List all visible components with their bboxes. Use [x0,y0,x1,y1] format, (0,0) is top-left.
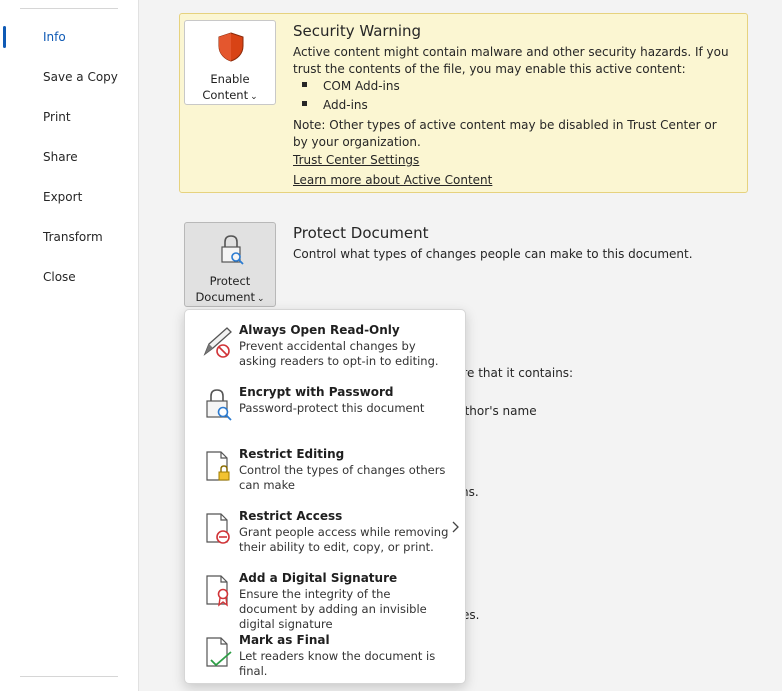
menu-item-add-digital-signature[interactable]: Add a Digital Signature Ensure the integ… [185,562,465,631]
protect-document-button[interactable]: Protect Document ⌄ [184,222,276,307]
menu-item-restrict-editing[interactable]: Restrict Editing Control the types of ch… [185,438,465,500]
chevron-down-icon: ⌄ [257,294,265,304]
protect-document-label: Protect Document ⌄ [195,274,265,304]
sidebar-item-transform[interactable]: Transform [0,222,138,252]
sidebar-item-share[interactable]: Share [0,142,138,172]
security-note: Note: Other types of active content may … [293,118,717,149]
doc-restrict-icon [206,513,230,544]
sidebar-divider-top [20,8,118,9]
sidebar-item-close[interactable]: Close [0,262,138,292]
menu-item-mark-as-final[interactable]: Mark as Final Let readers know the docum… [185,624,465,686]
enable-content-label: Enable Content ⌄ [202,72,258,102]
menu-item-title: Restrict Access [239,509,343,523]
menu-item-title: Encrypt with Password [239,385,394,399]
chevron-right-icon [452,521,459,533]
menu-item-desc: Grant people access while removing their… [239,525,449,554]
menu-item-title: Add a Digital Signature [239,571,398,585]
bullet-addins: Add-ins [302,98,368,112]
menu-item-title: Restrict Editing [239,447,345,461]
menu-item-desc: Prevent accidental changes by asking rea… [239,339,439,368]
learn-more-active-content-link[interactable]: Learn more about Active Content [293,173,492,187]
menu-item-encrypt-with-password[interactable]: Encrypt with Password Password-protect t… [185,376,465,438]
security-warning-text: Active content might contain malware and… [293,45,729,76]
protect-document-text: Control what types of changes people can… [293,247,693,261]
lock-key-icon [221,235,244,265]
protect-document-title: Protect Document [293,224,429,242]
inspect-text-fragment: uthor's name [457,404,537,418]
bullet-com-addins: COM Add-ins [302,79,400,93]
trust-center-settings-link[interactable]: Trust Center Settings [293,153,419,167]
shield-icon [218,32,244,62]
menu-item-title: Always Open Read-Only [239,323,400,337]
security-warning-title: Security Warning [293,22,422,40]
sidebar-divider-bottom [20,676,118,677]
doc-ribbon-icon [206,575,229,607]
menu-item-desc: Password-protect this document [239,401,425,415]
menu-item-desc: Let readers know the document is final. [239,649,436,678]
menu-item-restrict-access[interactable]: Restrict Access Grant people access whil… [185,500,465,562]
sidebar-item-save-a-copy[interactable]: Save a Copy [0,62,138,92]
sidebar-item-print[interactable]: Print [0,102,138,132]
sidebar-item-info[interactable]: Info [0,22,138,52]
sidebar-item-export[interactable]: Export [0,182,138,212]
enable-content-button[interactable]: Enable Content ⌄ [184,20,276,105]
inspect-text-fragment: are that it contains: [455,366,574,380]
security-warning-panel: Enable Content ⌄ Security Warning Active … [179,13,748,193]
menu-item-always-open-read-only[interactable]: Always Open Read-Only Prevent accidental… [185,314,465,376]
pencil-no-icon [203,327,232,358]
doc-lock-icon [206,451,230,481]
protect-document-menu: Always Open Read-Only Prevent accidental… [184,309,466,684]
menu-item-title: Mark as Final [239,633,330,647]
backstage-sidebar: Info Save a Copy Print Share Export Tran… [0,0,139,691]
doc-check-icon [206,637,232,667]
menu-item-desc: Control the types of changes others can … [239,463,446,492]
lock-key-icon [206,389,232,421]
chevron-down-icon: ⌄ [250,92,258,102]
